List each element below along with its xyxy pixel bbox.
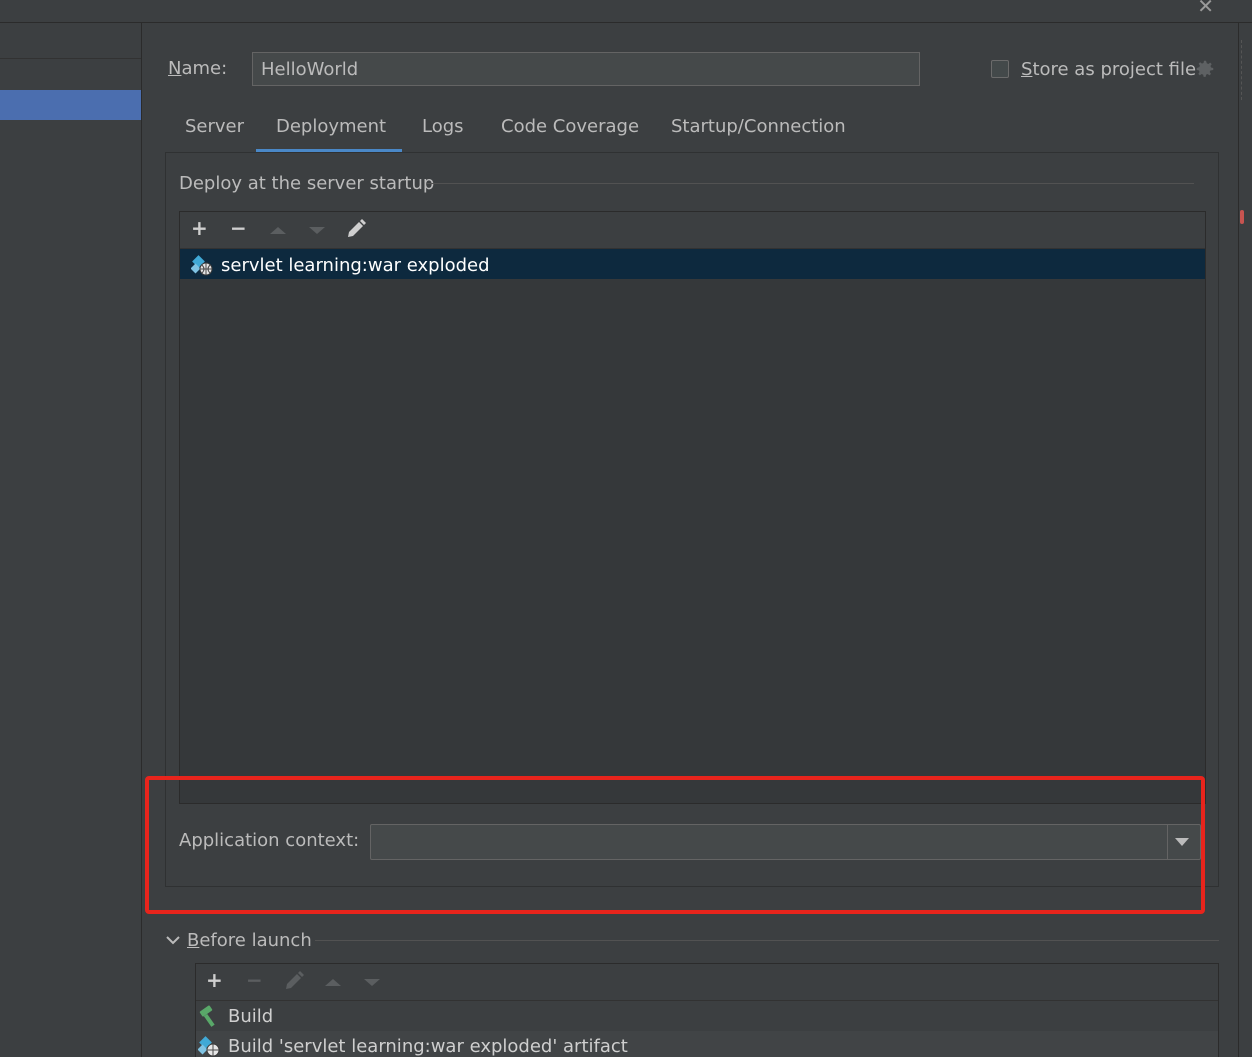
artifact-web-icon bbox=[191, 255, 213, 276]
remove-icon[interactable]: − bbox=[246, 968, 263, 992]
right-edge-divider bbox=[1238, 23, 1239, 1057]
artifact-web-icon bbox=[198, 1036, 220, 1057]
move-up-icon[interactable] bbox=[268, 224, 288, 236]
before-launch-title[interactable]: Before launch bbox=[187, 930, 312, 951]
list-item-label: servlet learning:war exploded bbox=[221, 255, 490, 276]
before-launch-title-text: efore launch bbox=[199, 930, 312, 951]
deploy-list-toolbar bbox=[180, 212, 1205, 249]
tab-server[interactable]: Server bbox=[185, 116, 244, 137]
left-panel-divider bbox=[0, 58, 141, 59]
remove-icon[interactable]: − bbox=[230, 216, 247, 240]
chevron-down-icon[interactable] bbox=[165, 933, 181, 947]
list-item[interactable] bbox=[196, 1001, 1218, 1031]
close-icon[interactable]: ✕ bbox=[1197, 0, 1214, 18]
store-as-project-checkbox[interactable] bbox=[991, 60, 1009, 78]
annotation-highlight bbox=[145, 776, 1205, 914]
tab-code-coverage[interactable]: Code Coverage bbox=[501, 116, 639, 137]
gear-icon[interactable] bbox=[1194, 58, 1216, 80]
deploy-group-title: Deploy at the server startup bbox=[179, 173, 435, 194]
tab-startup-connection[interactable]: Startup/Connection bbox=[671, 116, 846, 137]
store-label-text: tore as project file bbox=[1032, 59, 1197, 80]
add-icon[interactable]: + bbox=[206, 968, 223, 992]
scroll-gutter bbox=[1241, 40, 1244, 100]
error-marker bbox=[1240, 210, 1244, 224]
name-label: Name: bbox=[168, 58, 228, 79]
before-launch-toolbar bbox=[196, 964, 1218, 1001]
hammer-icon bbox=[199, 1005, 215, 1027]
configurations-tree-panel bbox=[0, 23, 142, 1057]
edit-pencil-icon[interactable] bbox=[283, 970, 305, 992]
tab-deployment[interactable]: Deployment bbox=[276, 116, 386, 137]
name-label-text: ame: bbox=[181, 58, 228, 79]
group-separator bbox=[427, 183, 1194, 184]
list-item-label: Build 'servlet learning:war exploded' ar… bbox=[228, 1036, 628, 1057]
title-bar bbox=[0, 0, 1252, 23]
tab-logs[interactable]: Logs bbox=[422, 116, 464, 137]
edit-pencil-icon[interactable] bbox=[345, 218, 367, 240]
list-item-label: Build bbox=[228, 1006, 274, 1027]
selected-configuration-row[interactable] bbox=[0, 90, 141, 120]
store-as-project-label[interactable]: Store as project file bbox=[1021, 59, 1196, 80]
move-down-icon[interactable] bbox=[307, 224, 327, 236]
move-down-icon[interactable] bbox=[362, 976, 382, 988]
before-launch-separator bbox=[315, 940, 1219, 941]
move-up-icon[interactable] bbox=[323, 976, 343, 988]
deploy-list-empty-area[interactable] bbox=[180, 279, 1205, 803]
add-icon[interactable]: + bbox=[191, 216, 208, 240]
name-input[interactable]: HelloWorld bbox=[252, 52, 920, 86]
